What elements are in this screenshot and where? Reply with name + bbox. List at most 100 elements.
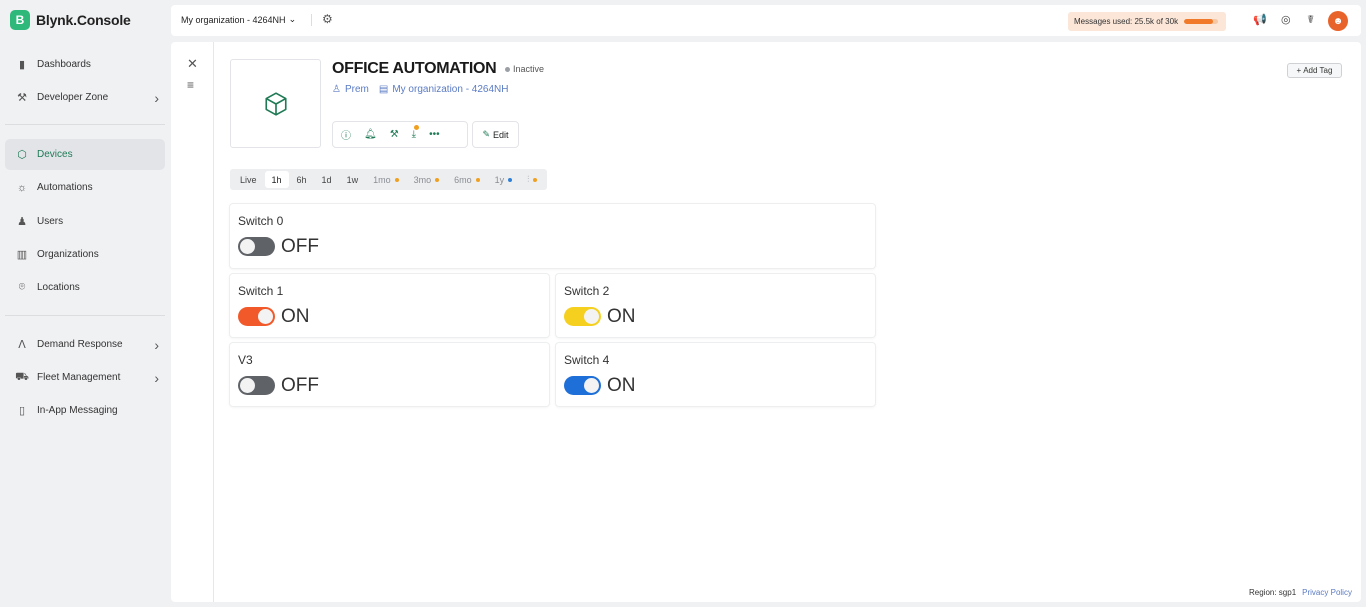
avatar[interactable]: ☻ <box>1328 11 1348 31</box>
tools-icon: ⚒ <box>17 92 27 104</box>
building-icon: ▤ <box>378 84 389 95</box>
switch-toggle[interactable] <box>564 376 601 395</box>
sidebar-divider <box>5 315 165 316</box>
switch-toggle[interactable] <box>238 237 275 256</box>
status-badge: Inactive <box>505 64 544 74</box>
device-owner: Prem <box>344 84 369 95</box>
gear-icon[interactable]: ⚙ <box>322 12 333 26</box>
chevron-right-icon: › <box>154 336 159 353</box>
device-panel: ✕ ≡ OFFICE AUTOMATION Inactive ♙ Prem ▤ … <box>171 42 1361 602</box>
device-owner-link[interactable]: ♙ Prem <box>332 84 369 95</box>
user-icon: ♟ <box>17 216 27 228</box>
notification-dot <box>414 125 420 130</box>
organization-selector[interactable]: My organization - 4264NH ⌄ <box>181 14 296 25</box>
edit-icon: ✎ <box>482 129 491 139</box>
tab-label: 3mo <box>413 174 432 185</box>
messages-usage-badge[interactable]: Messages used: 25.5k of 30k <box>1068 12 1226 31</box>
privacy-policy-link[interactable]: Privacy Policy <box>1302 588 1352 597</box>
widget-state: OFF <box>281 375 319 396</box>
status-dot <box>533 177 538 182</box>
sidebar-item-developer-zone[interactable]: ⚒ Developer Zone › <box>5 82 165 113</box>
organization-name: My organization - 4264NH <box>181 14 286 25</box>
edit-button[interactable]: ✎ Edit <box>472 121 519 148</box>
sidebar-item-in-app-messaging[interactable]: ▯ In-App Messaging <box>5 395 165 426</box>
sidebar-divider <box>5 124 165 125</box>
edit-label: Edit <box>493 129 509 140</box>
menu-icon[interactable]: ≡ <box>187 78 194 92</box>
sidebar-item-label: Organizations <box>37 249 99 260</box>
building-icon: ▥ <box>16 249 28 261</box>
sidebar-item-organizations[interactable]: ▥ Organizations <box>5 239 165 270</box>
message-icon: ▯ <box>18 405 26 417</box>
tab-3mo[interactable]: 3mo <box>407 171 447 188</box>
widget-state: ON <box>281 306 310 327</box>
sidebar-item-demand-response[interactable]: ᐱ Demand Response › <box>5 329 165 360</box>
chevron-right-icon: › <box>154 369 159 386</box>
toggle-knob <box>584 309 599 324</box>
cube-icon <box>264 91 287 116</box>
tab-label: 6mo <box>454 174 472 185</box>
widget-state: OFF <box>281 236 319 257</box>
sidebar-item-locations[interactable]: ⌾ Locations <box>5 272 165 303</box>
more-icon[interactable]: ••• <box>429 129 440 140</box>
sidebar-item-label: Automations <box>37 182 93 193</box>
tab-custom-range[interactable]: ⫶ <box>520 171 544 188</box>
tab-Live[interactable]: Live <box>233 171 264 188</box>
switch-toggle[interactable] <box>238 307 275 326</box>
tab-1y[interactable]: 1y <box>488 171 520 188</box>
tab-label: 1w <box>346 174 359 185</box>
bar-chart-icon: ▮ <box>18 59 26 71</box>
add-tag-button[interactable]: + Add Tag <box>1287 63 1342 78</box>
app-title: Blynk.Console <box>36 12 131 28</box>
bug-icon[interactable]: ☤ <box>1307 13 1314 26</box>
status-dot <box>505 66 510 72</box>
device-image <box>230 59 321 148</box>
sidebar-item-devices[interactable]: ⬡ Devices <box>5 139 165 170</box>
tab-1mo[interactable]: 1mo <box>366 171 406 188</box>
sidebar-item-dashboards[interactable]: ▮ Dashboards <box>5 49 165 80</box>
tab-6mo[interactable]: 6mo <box>447 171 487 188</box>
help-icon[interactable]: ◎ <box>1281 13 1291 26</box>
sliders-icon: ⫶ <box>527 174 530 184</box>
time-range-tabs: Live 1h 6h 1d 1w 1mo 3mo 6mo 1y ⫶ <box>230 169 548 190</box>
tab-1d[interactable]: 1d <box>315 171 339 188</box>
close-icon[interactable]: ✕ <box>187 56 198 72</box>
toggle-knob <box>240 378 255 393</box>
bell-icon[interactable]: 🔔︎ <box>364 129 377 140</box>
widget-label: Switch 4 <box>564 353 610 367</box>
download-icon[interactable]: ⤓ <box>412 125 420 140</box>
messages-usage-bar <box>1184 19 1218 24</box>
device-title: OFFICE AUTOMATION <box>332 60 497 77</box>
tab-1h[interactable]: 1h <box>264 171 289 188</box>
device-organization-link[interactable]: ▤ My organization - 4264NH <box>379 84 509 95</box>
app-logo[interactable]: B Blynk.Console <box>10 10 131 30</box>
tools-icon[interactable]: ⚒ <box>390 129 399 140</box>
announcement-icon[interactable]: 📢 <box>1253 13 1267 26</box>
tab-6h[interactable]: 6h <box>290 171 314 188</box>
info-icon[interactable]: ⓘ <box>341 127 351 142</box>
footer: Region: sgp1 Privacy Policy <box>1249 588 1352 597</box>
widget-state: ON <box>607 306 636 327</box>
status-dot <box>435 177 440 182</box>
sidebar-item-label: Demand Response <box>37 339 123 350</box>
signal-icon: ᐱ <box>18 339 26 351</box>
sidebar-item-label: Locations <box>37 282 80 293</box>
add-tag-label: Add Tag <box>1303 66 1333 75</box>
sidebar: B Blynk.Console ▮ Dashboards ⚒ Developer… <box>0 0 171 607</box>
sidebar-item-automations[interactable]: ☼ Automations <box>5 172 165 203</box>
sidebar-item-label: Developer Zone <box>37 92 109 103</box>
widget-label: Switch 2 <box>564 284 610 298</box>
tab-1w[interactable]: 1w <box>340 171 366 188</box>
tab-label: 1d <box>321 174 332 185</box>
status-label: Inactive <box>513 64 545 74</box>
switch-toggle[interactable] <box>238 376 275 395</box>
status-dot <box>508 177 513 182</box>
sun-icon: ☼ <box>16 181 28 194</box>
switch-toggle[interactable] <box>564 307 601 326</box>
device-action-bar: ⓘ 🔔︎ ⚒ ⤓ ••• <box>332 121 468 148</box>
chevron-down-icon: ⌄ <box>288 14 297 24</box>
sidebar-item-users[interactable]: ♟ Users <box>5 206 165 237</box>
widget-label: Switch 0 <box>238 214 284 228</box>
sidebar-item-fleet-management[interactable]: ⛟ Fleet Management › <box>5 362 165 393</box>
pin-icon: ⌾ <box>18 281 26 293</box>
